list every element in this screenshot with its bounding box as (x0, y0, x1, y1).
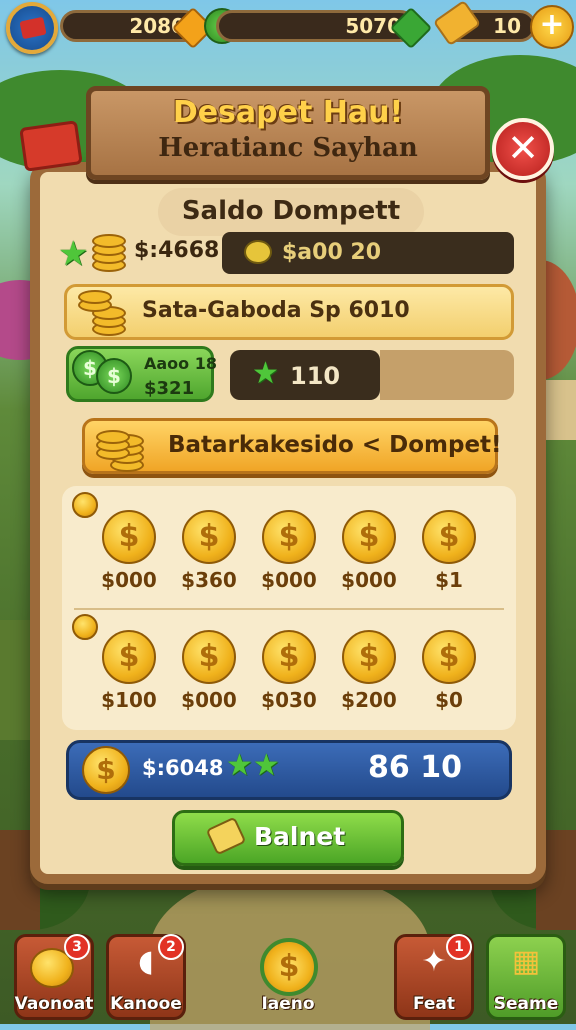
bonus-value: 110 (290, 362, 341, 390)
small-coin-icon (72, 614, 98, 640)
add-currency-button[interactable]: + (530, 5, 574, 49)
small-coin-icon (72, 492, 98, 518)
add-to-wallet-label: Batarkakesido < Dompet! (168, 432, 502, 458)
cash-counter: 5070 (216, 10, 416, 42)
bonus-amount: $321 (144, 378, 195, 399)
close-button[interactable]: ✕ (492, 118, 554, 180)
coin-option-label: $000 (101, 568, 157, 592)
nav-item-home[interactable]: $ (260, 938, 318, 996)
coin-option-label: $000 (261, 568, 317, 592)
star-icon: ★ (252, 748, 280, 783)
dialog-subtitle: Heratianc Sayhan (158, 133, 418, 163)
dialog-title: Desapet Hau! (172, 95, 404, 130)
top-bar: 2080 $ 5070 10 + (0, 0, 576, 56)
total-amount: $:6048 (142, 756, 224, 780)
coin-option-icon[interactable]: $ (342, 510, 396, 564)
coin-option-icon[interactable]: $ (342, 630, 396, 684)
nav-label: Vaonoat (14, 994, 94, 1014)
wallet-label: Saldo Dompett (158, 188, 424, 236)
nav-label: Iaeno (261, 994, 315, 1014)
star-icon: ★ (252, 356, 279, 391)
coin-option-label: $200 (341, 688, 397, 712)
coin-option-icon[interactable]: $ (422, 630, 476, 684)
green-coin-icon: $ (96, 358, 132, 394)
coin-option-icon[interactable]: $ (262, 630, 316, 684)
notification-badge: 1 (446, 934, 472, 960)
ribbon-icon (19, 120, 83, 172)
coin-option-label: $100 (101, 688, 157, 712)
flag-icon (19, 16, 47, 40)
coin-option-icon[interactable]: $ (262, 510, 316, 564)
calculator-icon: ▦ (511, 944, 541, 979)
coin-option-icon[interactable]: $ (422, 510, 476, 564)
coin-option-icon[interactable]: $ (182, 630, 236, 684)
notification-badge: 2 (158, 934, 184, 960)
total-value: 86 10 (368, 750, 462, 785)
star-icon: ★ (226, 748, 253, 783)
stars-rating: ★★ (226, 748, 280, 783)
nav-label: Feat (412, 994, 456, 1014)
coin-option-icon[interactable]: $ (102, 630, 156, 684)
coin-option-label: $000 (181, 688, 237, 712)
coin-option-label: $030 (261, 688, 317, 712)
coin-option-label: $000 (341, 568, 397, 592)
balance-pill-value: $a00 20 (282, 240, 382, 265)
balance-button-label: Balnet (254, 822, 346, 851)
nav-label: Seame (493, 994, 559, 1014)
coin-option-label: $0 (435, 688, 463, 712)
nav-label: Kanooe (110, 994, 182, 1014)
wallet-balance: $:4668 (134, 238, 220, 263)
player-avatar[interactable] (6, 2, 58, 54)
promo-text: Sata-Gaboda Sp 6010 (142, 298, 410, 323)
coin-icon (244, 240, 272, 264)
grid-divider (74, 608, 504, 610)
coin-option-label: $1 (435, 568, 463, 592)
coin-option-icon[interactable]: $ (182, 510, 236, 564)
coin-option-label: $360 (181, 568, 237, 592)
coin-option-icon[interactable]: $ (102, 510, 156, 564)
bonus-label: Aaoo 18 (144, 354, 217, 373)
star-icon: ★ (58, 234, 89, 274)
bonus-track (380, 350, 514, 400)
title-board: Desapet Hau! Heratianc Sayhan (86, 86, 490, 180)
notification-badge: 3 (64, 934, 90, 960)
coin-icon: $ (82, 746, 130, 794)
